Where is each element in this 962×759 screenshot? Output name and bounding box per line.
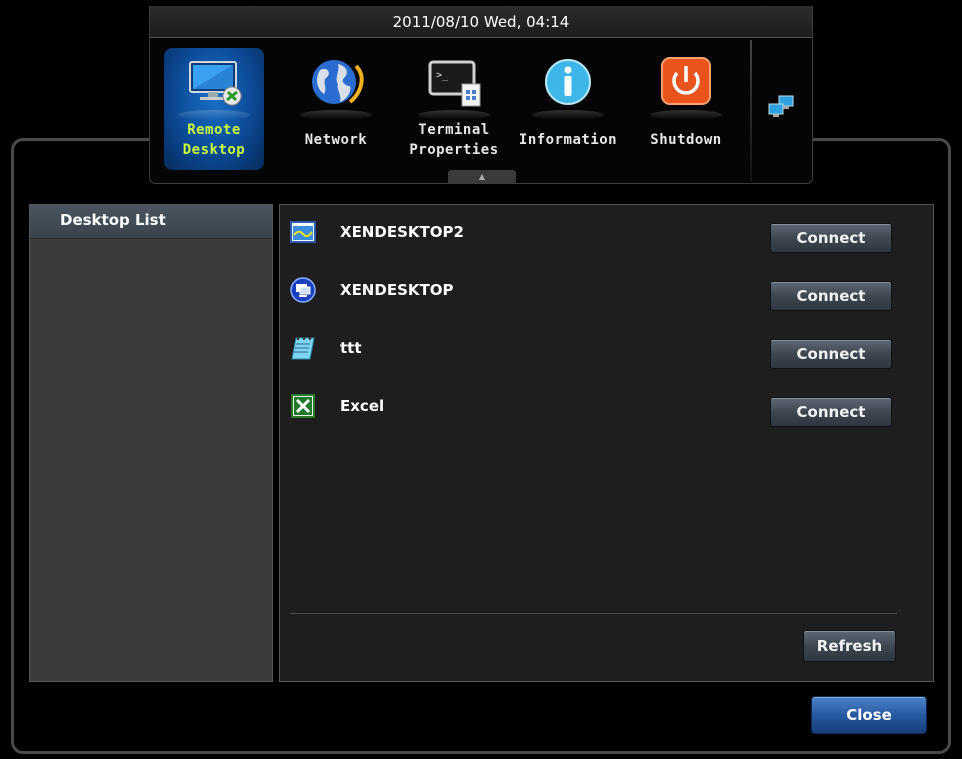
desktop-name: Excel — [340, 397, 385, 415]
remote-desktop-icon — [189, 61, 242, 106]
connect-button[interactable]: Connect — [770, 281, 892, 311]
connect-button[interactable]: Connect — [770, 339, 892, 369]
tile-reflection — [532, 110, 604, 120]
list-item: XENDESKTOP2 Connect — [280, 213, 933, 253]
launcher-label: Remote Desktop — [182, 122, 246, 158]
tile-reflection — [650, 110, 722, 120]
desktop-list-header[interactable]: Desktop List — [30, 205, 272, 239]
info-icon — [545, 59, 591, 105]
desktop-name: XENDESKTOP — [340, 281, 454, 299]
tile-reflection — [418, 110, 490, 120]
separator — [290, 613, 897, 614]
launcher-label: Information — [518, 132, 618, 148]
power-icon — [661, 57, 711, 105]
datetime-display: 2011/08/10 Wed, 04:14 — [150, 6, 812, 38]
desktop-window-icon — [290, 221, 316, 243]
launcher-remote-desktop[interactable]: Remote Desktop — [164, 48, 264, 170]
remote-pc-icon — [290, 277, 316, 303]
launcher-terminal-properties[interactable]: >_ Terminal Properties — [404, 48, 504, 170]
launcher-label: Terminal Properties — [409, 122, 499, 158]
list-item: XENDESKTOP Connect — [280, 271, 933, 311]
network-status-icon[interactable] — [767, 94, 797, 120]
launcher-collapse-handle[interactable]: ▲ — [448, 170, 516, 183]
globe-icon — [312, 60, 364, 104]
list-item: Excel Connect — [280, 387, 933, 427]
launcher-label: Shutdown — [650, 132, 722, 148]
desktop-list-panel: Desktop List — [29, 204, 273, 682]
notepad-icon — [291, 337, 315, 360]
desktop-content-panel: XENDESKTOP2 Connect XENDESKTOP Connect t… — [279, 204, 934, 682]
excel-icon — [291, 394, 315, 418]
launcher-network[interactable]: Network — [286, 48, 386, 170]
desktop-name: ttt — [340, 339, 362, 357]
svg-text:>_: >_ — [436, 70, 449, 81]
close-button[interactable]: Close — [811, 696, 927, 734]
desktop-name: XENDESKTOP2 — [340, 223, 464, 241]
refresh-button[interactable]: Refresh — [803, 630, 896, 662]
terminal-icon: >_ — [428, 60, 481, 107]
launcher-bar: 2011/08/10 Wed, 04:14 Remote Desktop Net… — [149, 6, 813, 184]
launcher-shutdown[interactable]: Shutdown — [636, 48, 736, 170]
list-item: ttt Connect — [280, 329, 933, 369]
tile-reflection — [178, 110, 250, 120]
launcher-label: Network — [304, 132, 368, 148]
tile-reflection — [300, 110, 372, 120]
connect-button[interactable]: Connect — [770, 223, 892, 253]
connect-button[interactable]: Connect — [770, 397, 892, 427]
launcher-divider — [750, 40, 752, 182]
launcher-information[interactable]: Information — [518, 48, 618, 170]
